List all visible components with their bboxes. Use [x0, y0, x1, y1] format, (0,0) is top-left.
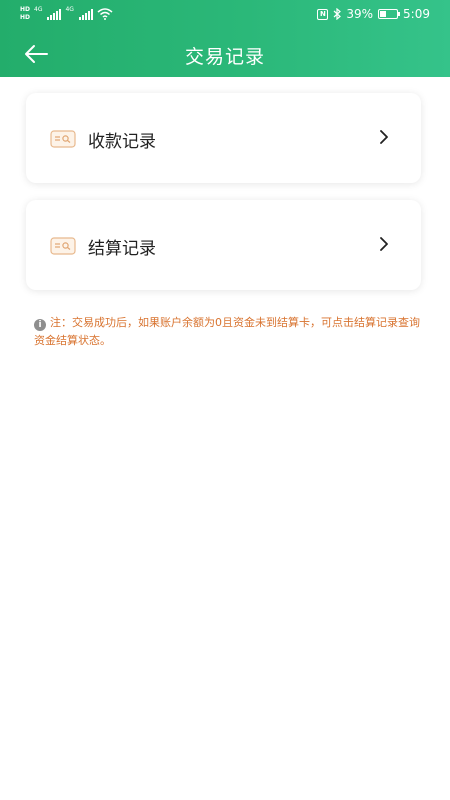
card-icon	[50, 237, 76, 255]
settlement-note: i 注：交易成功后，如果账户余额为0且资金未到结算卡，可点击结算记录查询资金结算状…	[34, 314, 424, 350]
card-icon	[50, 130, 76, 148]
battery-icon	[378, 9, 401, 19]
network-type-1: 4G	[34, 6, 43, 13]
network-type-2: 4G	[65, 6, 74, 13]
battery-fill	[380, 11, 387, 17]
page-title: 交易记录	[184, 46, 265, 68]
menu-item-settlement-records[interactable]: 结算记录	[26, 200, 421, 290]
bluetooth-icon	[333, 8, 342, 20]
menu-item-label: 收款记录	[88, 132, 156, 152]
status-right: N 39% 5:09	[317, 7, 430, 21]
menu-item-collection-records[interactable]: 收款记录	[26, 93, 421, 183]
signal-icon	[47, 8, 62, 20]
hd-icon: HD HD	[20, 6, 30, 22]
menu-item-label: 结算记录	[88, 239, 156, 259]
status-left: HD HD 4G 4G	[20, 6, 113, 22]
battery-percent: 39%	[346, 7, 374, 21]
wifi-icon	[97, 8, 113, 20]
note-text: 注：交易成功后，如果账户余额为0且资金未到结算卡，可点击结算记录查询资金结算状态…	[34, 316, 420, 347]
nfc-icon: N	[317, 8, 329, 20]
hd-label-1: HD	[20, 6, 31, 13]
signal-icon	[78, 8, 93, 20]
info-icon: i	[34, 319, 46, 331]
status-bar: HD HD 4G 4G N 39% 5:09	[0, 0, 450, 30]
clock: 5:09	[403, 7, 430, 21]
hd-label-2: HD	[20, 14, 31, 21]
app-header: HD HD 4G 4G N 39% 5:09 交易记录	[0, 0, 450, 77]
chevron-right-icon	[380, 237, 388, 251]
chevron-right-icon	[380, 130, 388, 144]
